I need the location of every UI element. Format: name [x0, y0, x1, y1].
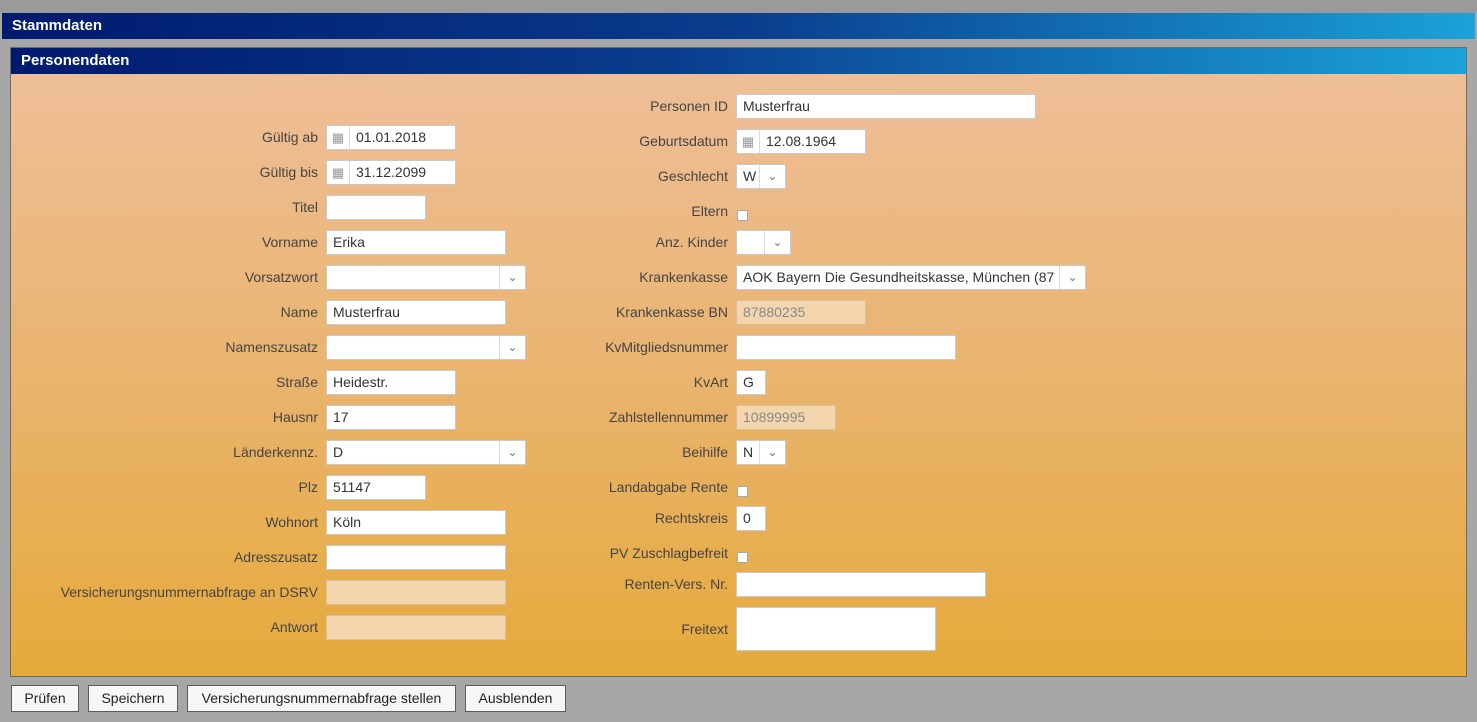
calendar-icon[interactable]: ▦	[327, 126, 350, 149]
personendaten-panel: Personendaten Gültig ab ▦ 01.01.2018 Gült…	[10, 47, 1467, 677]
gueltig-bis-label: Gültig bis	[259, 164, 318, 180]
plz-label: Plz	[298, 479, 318, 495]
adresszusatz-label: Adresszusatz	[233, 549, 318, 565]
vorsatzwort-label: Vorsatzwort	[244, 269, 318, 285]
rechtskreis-label: Rechtskreis	[654, 510, 728, 526]
panel-title: Personendaten	[11, 48, 1466, 74]
strasse-label: Straße	[275, 374, 318, 390]
calendar-icon[interactable]: ▦	[327, 161, 350, 184]
geburtsdatum-label: Geburtsdatum	[639, 133, 728, 149]
personen-id-label: Personen ID	[650, 98, 728, 114]
kv-mitgliedsnummer-label: KvMitgliedsnummer	[605, 339, 728, 355]
landabgabe-rente-label: Landabgabe Rente	[608, 479, 728, 495]
chevron-down-icon[interactable]: ⌄	[764, 231, 790, 254]
personen-id-field[interactable]: Musterfrau	[736, 94, 1036, 119]
window-top-bar	[0, 0, 1477, 13]
eltern-checkbox[interactable]	[737, 210, 748, 221]
geburtsdatum-field[interactable]: ▦ 12.08.1964	[736, 129, 866, 154]
namenszusatz-label: Namenszusatz	[225, 339, 318, 355]
kv-mitgliedsnummer-field[interactable]	[736, 335, 956, 360]
chevron-down-icon[interactable]: ⌄	[759, 165, 785, 188]
krankenkasse-bn-field: 87880235	[736, 300, 866, 325]
vnr-abfrage-button[interactable]: Versicherungsnummernabfrage stellen	[187, 685, 456, 712]
speichern-button[interactable]: Speichern	[88, 685, 178, 712]
titel-field[interactable]	[326, 195, 426, 220]
chevron-down-icon[interactable]: ⌄	[759, 441, 785, 464]
renten-vers-nr-label: Renten-Vers. Nr.	[624, 576, 729, 592]
freitext-textarea[interactable]	[736, 607, 936, 651]
geschlecht-label: Geschlecht	[657, 168, 728, 184]
antwort-label: Antwort	[270, 619, 318, 635]
anz-kinder-select[interactable]: ⌄	[736, 230, 791, 255]
pv-zuschlagbefreit-label: PV Zuschlagbefreit	[609, 545, 728, 561]
rechtskreis-field[interactable]: 0	[736, 506, 766, 531]
landabgabe-rente-checkbox[interactable]	[737, 486, 748, 497]
krankenkasse-label: Krankenkasse	[639, 269, 728, 285]
plz-field[interactable]: 51147	[326, 475, 426, 500]
pruefen-button[interactable]: Prüfen	[11, 685, 79, 712]
vorname-label: Vorname	[261, 234, 318, 250]
window-title: Stammdaten	[2, 13, 1475, 39]
eltern-label: Eltern	[691, 203, 728, 219]
beihilfe-select[interactable]: N ⌄	[736, 440, 786, 465]
wohnort-label: Wohnort	[265, 514, 318, 530]
gueltig-ab-label: Gültig ab	[261, 129, 318, 145]
vnr-abfrage-label: Versicherungsnummernabfrage an DSRV	[60, 584, 318, 600]
freitext-label: Freitext	[681, 621, 728, 637]
krankenkasse-bn-label: Krankenkasse BN	[615, 304, 728, 320]
anz-kinder-label: Anz. Kinder	[655, 234, 728, 250]
geschlecht-select[interactable]: W ⌄	[736, 164, 786, 189]
calendar-icon[interactable]: ▦	[737, 130, 760, 153]
name-label: Name	[280, 304, 318, 320]
chevron-down-icon[interactable]: ⌄	[1059, 266, 1085, 289]
titel-label: Titel	[292, 199, 318, 215]
krankenkasse-select[interactable]: AOK Bayern Die Gesundheitskasse, München…	[736, 265, 1086, 290]
zahlstellennummer-field: 10899995	[736, 405, 836, 430]
kvart-label: KvArt	[693, 374, 728, 390]
ausblenden-button[interactable]: Ausblenden	[465, 685, 566, 712]
hausnr-label: Hausnr	[272, 409, 318, 425]
beihilfe-label: Beihilfe	[682, 444, 728, 460]
pv-zuschlagbefreit-checkbox[interactable]	[737, 552, 748, 563]
laenderkennz-label: Länderkennz.	[233, 444, 318, 460]
renten-vers-nr-field[interactable]	[736, 572, 986, 597]
zahlstellennummer-label: Zahlstellennummer	[608, 409, 728, 425]
kvart-field[interactable]: G	[736, 370, 766, 395]
